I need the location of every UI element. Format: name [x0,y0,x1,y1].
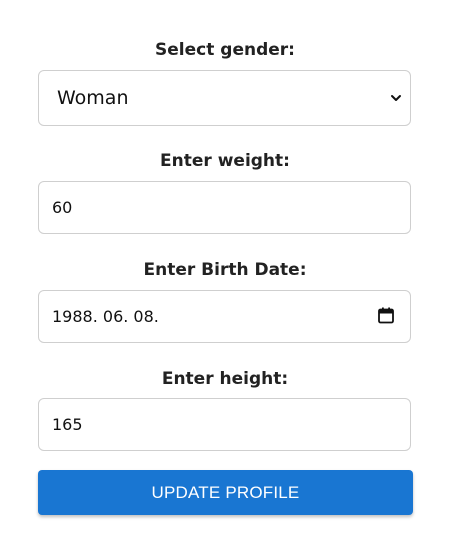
profile-form: Select gender: Woman Enter weight: 60 En… [0,0,450,540]
birth-date-input[interactable]: 1988. 06. 08. [38,290,411,343]
weight-input[interactable]: 60 [38,181,411,234]
chevron-down-icon [391,95,401,101]
height-input-value: 165 [52,415,83,434]
gender-select-value: Woman [57,87,129,109]
weight-label: Enter weight: [160,151,290,171]
height-label: Enter height: [161,369,289,389]
height-input[interactable]: 165 [38,398,411,451]
gender-label: Select gender: [155,40,295,60]
gender-select[interactable]: Woman [38,70,411,126]
calendar-icon[interactable] [378,307,394,324]
birth-date-input-value: 1988. 06. 08. [52,307,159,326]
weight-input-value: 60 [52,198,73,217]
update-profile-button[interactable]: UPDATE PROFILE [38,470,413,515]
birth-date-label: Enter Birth Date: [143,260,307,280]
